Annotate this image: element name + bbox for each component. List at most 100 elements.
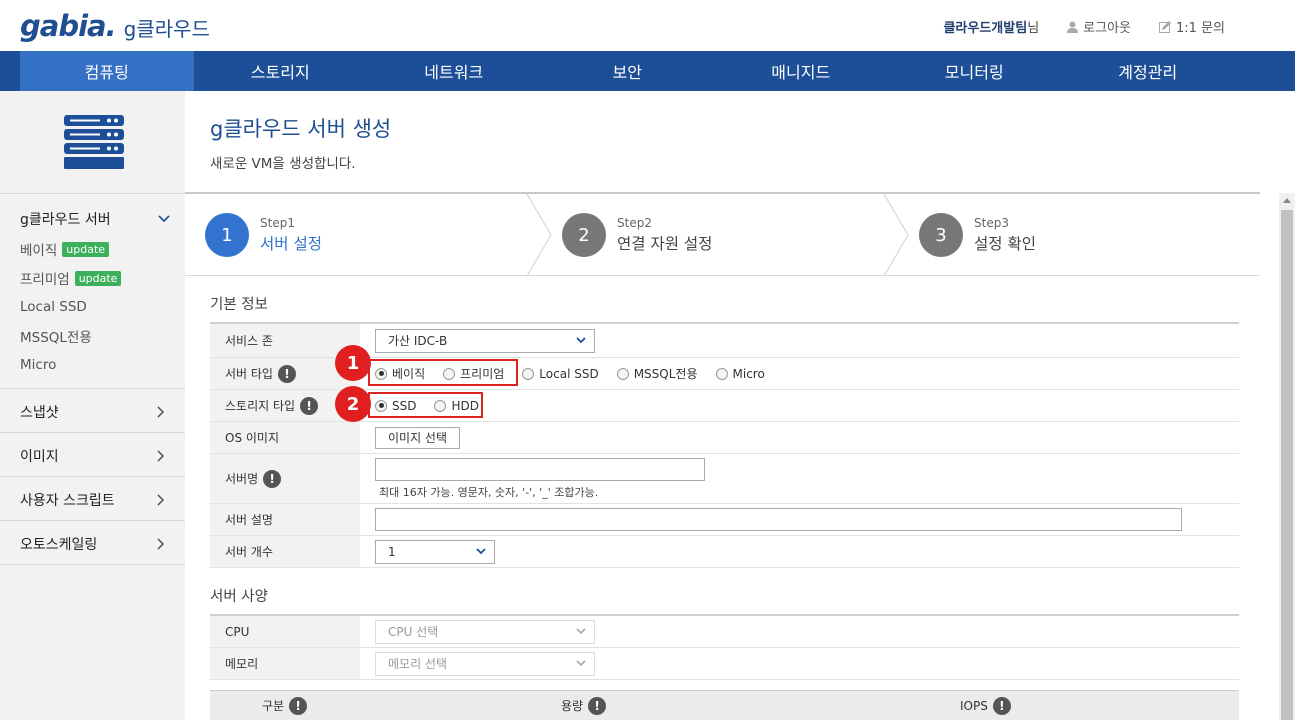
- vertical-scrollbar[interactable]: [1279, 193, 1295, 720]
- sidebar-link-image[interactable]: 이미지: [20, 446, 165, 466]
- form-row-name: 서버명! 최대 16자 가능. 영문자, 숫자, '-', '_' 조합가능.: [210, 454, 1239, 504]
- server-count-select[interactable]: 1: [375, 539, 495, 564]
- col-category: 구분!: [262, 696, 308, 715]
- logo-mark: gabia.: [20, 9, 117, 43]
- nav-monitoring[interactable]: 모니터링: [888, 51, 1062, 91]
- sidebar-group-header[interactable]: g클라우드 서버: [20, 209, 170, 229]
- info-icon[interactable]: !: [289, 696, 308, 715]
- radio-dot: [616, 367, 629, 380]
- nav-computing[interactable]: 컴퓨팅: [20, 51, 194, 91]
- radio-label: MSSQL전용: [633, 367, 698, 381]
- col-iops-label: IOPS: [960, 698, 988, 713]
- step-2: 2 Step2 연결 자원 설정: [562, 194, 712, 276]
- step-1: 1 Step1 서버 설정: [205, 194, 322, 276]
- select-image-button[interactable]: 이미지 선택: [375, 426, 461, 449]
- storage-type-label: 스토리지 타입: [225, 399, 296, 413]
- sidebar-divider: [0, 193, 185, 194]
- memory-select-value: 메모리 선택: [388, 657, 448, 671]
- cpu-select[interactable]: CPU 선택: [375, 619, 595, 644]
- step-label: Step2: [617, 216, 652, 230]
- radio-label: Micro: [732, 366, 765, 381]
- step-number: 2: [562, 213, 606, 257]
- callout-1: 1: [335, 345, 371, 381]
- cpu-label: CPU: [210, 616, 360, 647]
- sidebar-link-autoscaling[interactable]: 오토스케일링: [20, 534, 165, 554]
- radio-local-ssd[interactable]: Local SSD: [522, 366, 599, 381]
- info-icon[interactable]: !: [588, 696, 607, 715]
- highlight-box-server-type: [368, 359, 518, 386]
- update-badge: update: [62, 241, 110, 257]
- sidebar-item-mssql[interactable]: MSSQL전용: [20, 327, 170, 346]
- step-label: Step1: [260, 216, 295, 230]
- inquiry-link[interactable]: 1:1 문의: [1159, 17, 1225, 36]
- chevron-down-icon: [158, 215, 170, 223]
- chevron-down-icon: [576, 628, 586, 635]
- user-name: 클라우드개발팀님: [943, 21, 1040, 36]
- server-desc-input[interactable]: [375, 508, 1182, 531]
- nav-storage[interactable]: 스토리지: [194, 51, 368, 91]
- sidebar-item-premium[interactable]: 프리미엄 update: [20, 269, 170, 288]
- count-label: 서버 개수: [210, 536, 360, 567]
- col-capacity: 용량!: [561, 696, 607, 715]
- cpu-select-value: CPU 선택: [388, 625, 439, 639]
- zone-select[interactable]: 가산 IDC-B: [375, 328, 595, 353]
- zone-select-value: 가산 IDC-B: [388, 334, 448, 348]
- col-iops: IOPS!: [960, 696, 1011, 715]
- step-label: Step3: [974, 216, 1009, 230]
- chevron-down-icon: [476, 548, 486, 555]
- scrollbar-thumb[interactable]: [1281, 210, 1293, 720]
- chevron-right-icon: [157, 494, 164, 506]
- section-title-spec: 서버 사양: [210, 589, 268, 605]
- callout-2: 2: [335, 386, 371, 422]
- server-name-input[interactable]: [375, 457, 705, 481]
- sidebar-link-user-script[interactable]: 사용자 스크립트: [20, 490, 165, 510]
- os-label: OS 이미지: [210, 422, 360, 453]
- col-capacity-label: 용량: [561, 699, 584, 713]
- highlight-box-storage-type: [368, 392, 483, 418]
- sidebar-link-label: 사용자 스크립트: [20, 493, 115, 509]
- radio-label: Local SSD: [539, 366, 599, 381]
- sidebar-divider: [0, 564, 185, 565]
- radio-mssql[interactable]: MSSQL전용: [616, 365, 698, 382]
- info-icon[interactable]: !: [277, 364, 296, 383]
- nav-managed[interactable]: 매니지드: [714, 51, 888, 91]
- radio-dot: [715, 367, 728, 380]
- form-row-memory: 메모리 메모리 선택: [210, 648, 1239, 680]
- chevron-right-icon: [157, 538, 164, 550]
- sidebar-link-snapshot[interactable]: 스냅샷: [20, 402, 165, 422]
- sidebar-link-label: 스냅샷: [20, 405, 59, 421]
- chevron-right-icon: [157, 450, 164, 462]
- chevron-down-icon: [576, 660, 586, 667]
- sidebar-item-local-ssd[interactable]: Local SSD: [20, 298, 170, 316]
- spec-form: CPU CPU 선택 메모리 메모리 선택: [210, 614, 1239, 680]
- step-number: 1: [205, 213, 249, 257]
- chevron-down-icon: [576, 337, 586, 344]
- memory-select[interactable]: 메모리 선택: [375, 651, 595, 676]
- logout-link[interactable]: 로그아웃: [1067, 17, 1131, 36]
- step-3: 3 Step3 설정 확인: [919, 194, 1036, 276]
- info-icon[interactable]: !: [263, 469, 282, 488]
- disk-table-header: 구분! 용량! IOPS!: [210, 690, 1239, 720]
- step-separator-icon: [883, 194, 909, 276]
- server-name-hint: 최대 16자 가능. 영문자, 숫자, '-', '_' 조합가능.: [379, 485, 599, 499]
- gabia-logo[interactable]: gabia. g클라우드: [20, 9, 210, 43]
- radio-micro[interactable]: Micro: [715, 366, 765, 381]
- name-label: 서버명: [225, 472, 259, 486]
- update-badge: update: [74, 270, 122, 286]
- desc-label: 서버 설명: [210, 504, 360, 535]
- server-icon: [64, 115, 124, 169]
- sidebar-divider: [0, 476, 185, 477]
- nav-network[interactable]: 네트워크: [367, 51, 541, 91]
- nav-security[interactable]: 보안: [541, 51, 715, 91]
- sidebar-divider: [0, 388, 185, 389]
- step-title: 서버 설정: [260, 235, 322, 253]
- scroll-up-icon[interactable]: [1283, 198, 1291, 203]
- form-row-cpu: CPU CPU 선택: [210, 616, 1239, 648]
- sidebar-link-label: 이미지: [20, 449, 59, 465]
- info-icon[interactable]: !: [300, 396, 319, 415]
- nav-account[interactable]: 계정관리: [1061, 51, 1235, 91]
- sidebar-item-basic[interactable]: 베이직 update: [20, 240, 170, 259]
- info-icon[interactable]: !: [992, 696, 1011, 715]
- form-row-desc: 서버 설명: [210, 504, 1239, 536]
- sidebar-item-micro[interactable]: Micro: [20, 356, 170, 374]
